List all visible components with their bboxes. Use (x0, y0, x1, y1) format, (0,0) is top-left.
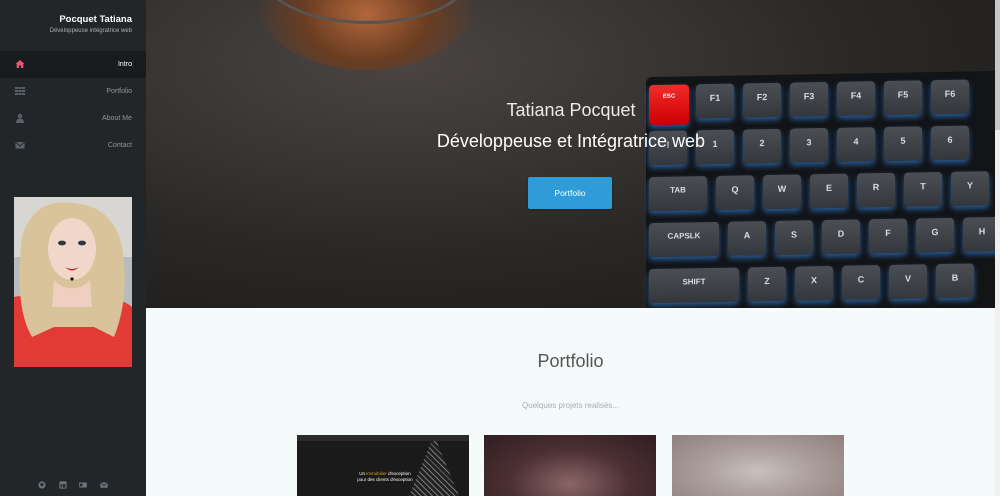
brand[interactable]: Pocquet Tatiana Développeuse intégratric… (0, 0, 146, 52)
project-thumbnail-2[interactable] (484, 435, 656, 496)
profile-photo (14, 197, 132, 367)
social-links (38, 476, 108, 489)
project-thumbnail-1[interactable]: Un immobilier d'exception pour des clien… (297, 435, 469, 496)
brand-name: Pocquet Tatiana (59, 14, 132, 25)
scrollbar-thumb[interactable] (995, 0, 1000, 130)
portfolio-button[interactable]: Portfolio (528, 177, 612, 209)
key: 3 (790, 127, 828, 163)
key: TAB (649, 176, 707, 212)
sidebar-item-label: Intro (117, 61, 132, 68)
sidebar-item-intro[interactable]: Intro (0, 51, 146, 78)
key: D (822, 219, 860, 255)
key: Q (716, 175, 754, 210)
portfolio-subtitle: Quelques projets realisés... (522, 401, 619, 410)
key: C (842, 265, 880, 300)
sidebar-item-label: About Me (102, 115, 132, 122)
key: F (869, 218, 907, 254)
eiffel-tower-image (409, 441, 459, 496)
sidebar-item-contact[interactable]: Contact (0, 132, 146, 159)
grid-icon (15, 87, 25, 95)
key: F4 (837, 81, 875, 116)
home-icon (15, 60, 25, 68)
envelope-icon[interactable] (100, 476, 108, 488)
key: R (857, 172, 895, 208)
key: E (810, 173, 848, 209)
sidebar: Pocquet Tatiana Développeuse intégratric… (0, 0, 146, 496)
key: Z (748, 266, 786, 302)
key: A (728, 221, 766, 256)
sidebar-item-about-me[interactable]: About Me (0, 105, 146, 132)
key: 4 (837, 127, 875, 162)
thumbnail-browser-bar (297, 435, 469, 441)
sidebar-item-label: Portfolio (106, 88, 132, 95)
sidebar-item-label: Contact (107, 142, 132, 149)
key: T (904, 171, 942, 207)
hero-role: Développeuse et Intégratrice web (436, 131, 706, 151)
page-scrollbar[interactable] (995, 0, 1000, 496)
hero-section: ESC F1 F2 F3 F4 F5 F6 ! 1 2 3 4 5 6 TAB … (146, 0, 995, 308)
thumbnail-caption: Un immobilier d'exception pour des clien… (357, 471, 413, 482)
key: V (889, 264, 927, 299)
key: Y (951, 171, 989, 206)
key: B (936, 263, 974, 299)
card-icon[interactable] (79, 476, 88, 488)
linkedin-icon[interactable] (59, 476, 67, 489)
brand-subtitle: Développeuse intégratrice web (49, 28, 132, 34)
key: 6 (931, 125, 969, 161)
key: G (916, 217, 954, 253)
user-icon (16, 113, 24, 123)
key: F3 (790, 81, 828, 117)
key: CAPSLK (649, 221, 719, 258)
github-icon[interactable] (38, 476, 46, 489)
sidebar-item-portfolio[interactable]: Portfolio (0, 78, 146, 105)
key: S (775, 220, 813, 255)
key: 5 (884, 126, 922, 161)
hero-name: Tatiana Pocquet (506, 100, 636, 120)
project-thumbnail-3[interactable] (672, 435, 844, 496)
hero-text: Tatiana Pocquet Développeuse et Intégrat… (376, 100, 766, 152)
key: F6 (931, 79, 969, 115)
key: W (763, 174, 801, 210)
portfolio-title: Portfolio (537, 351, 604, 371)
key: X (795, 265, 833, 301)
key: F5 (884, 80, 922, 115)
envelope-icon (15, 141, 25, 149)
key: SHIFT (649, 267, 739, 304)
sidebar-nav: Intro Portfolio About Me Contact (0, 51, 146, 159)
key: H (963, 216, 995, 252)
